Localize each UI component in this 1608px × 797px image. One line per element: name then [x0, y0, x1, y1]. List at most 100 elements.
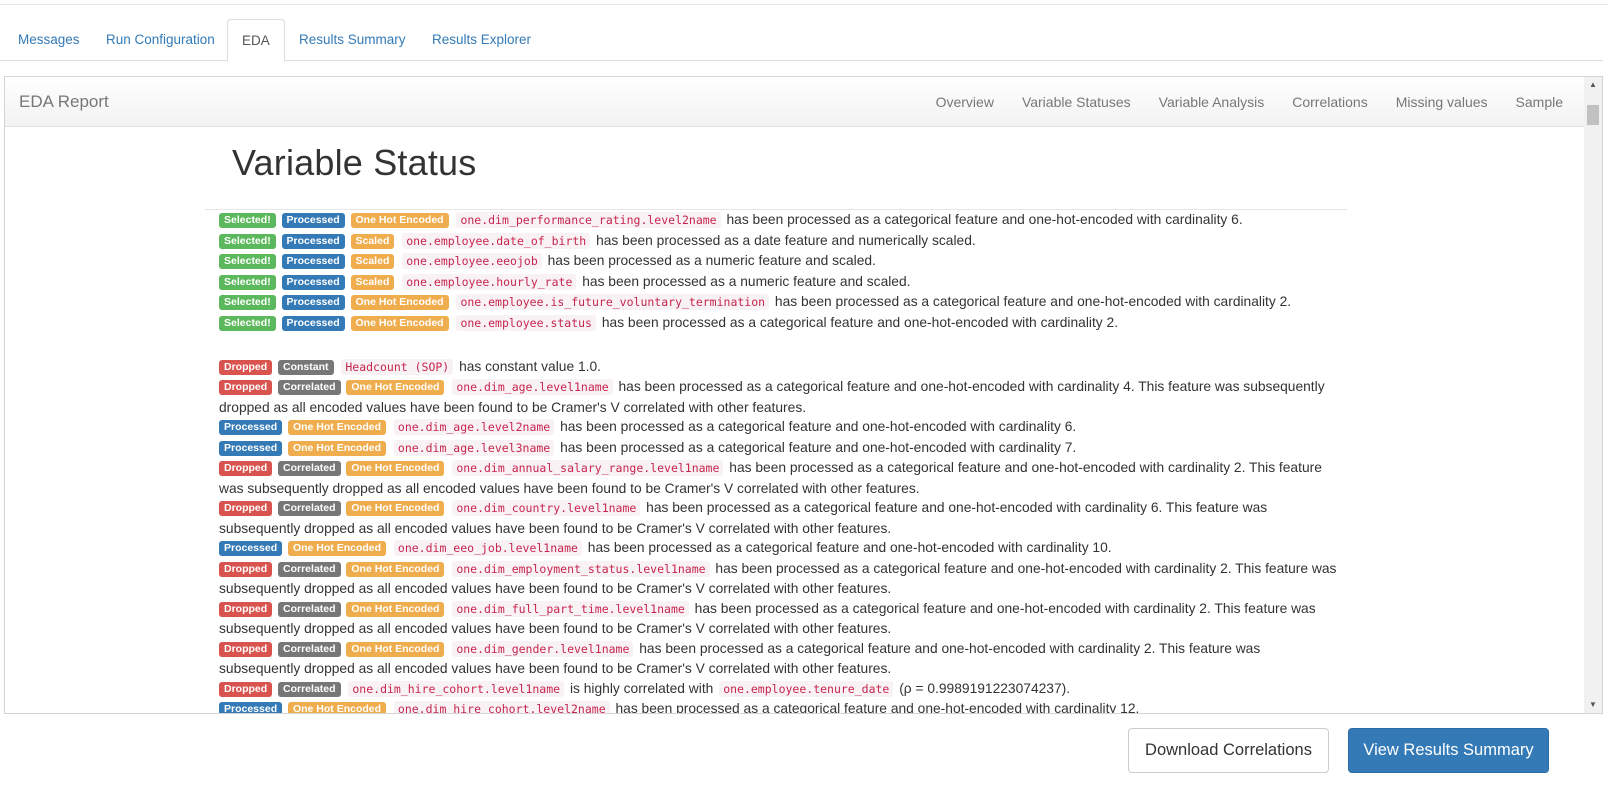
variable-name: one.dim_gender.level1name: [452, 640, 634, 657]
tab-messages[interactable]: Messages: [4, 19, 94, 61]
status-row: Processed One Hot Encoded one.dim_hire_c…: [219, 699, 1339, 714]
status-badge: Scaled: [350, 254, 395, 269]
status-badge: Scaled: [350, 274, 395, 290]
status-badge: One Hot Encoded: [350, 295, 449, 310]
tab-results-explorer[interactable]: Results Explorer: [418, 19, 545, 61]
report-content: Variable Status Selected! Processed One …: [5, 128, 1585, 714]
status-badge: One Hot Encoded: [287, 541, 387, 556]
status-description: has been processed as a categorical feat…: [726, 212, 1243, 227]
status-badge: One Hot Encoded: [346, 461, 445, 476]
top-divider: [0, 4, 1608, 5]
status-badge: Scaled: [350, 233, 395, 249]
status-badge: One Hot Encoded: [346, 501, 445, 516]
status-row: Processed One Hot Encoded one.dim_eeo_jo…: [219, 538, 1339, 559]
status-badge: Selected!: [219, 213, 276, 228]
variable-name: one.dim_age.level3name: [393, 439, 555, 456]
status-row: Selected! Processed One Hot Encoded one.…: [219, 313, 1339, 334]
nav-variable-statuses[interactable]: Variable Statuses: [1008, 77, 1145, 127]
status-badge: Correlated: [278, 641, 341, 657]
status-badge: Dropped: [219, 359, 273, 375]
nav-sample[interactable]: Sample: [1502, 77, 1577, 127]
variable-name: one.dim_hire_cohort.level1name: [348, 680, 565, 697]
status-badge: One Hot Encoded: [346, 380, 445, 395]
report-navbar: EDA Report Overview Variable Statuses Va…: [5, 77, 1585, 127]
status-badge: Processed: [281, 295, 345, 310]
status-badge: One Hot Encoded: [350, 213, 449, 228]
status-row: Dropped Constant Headcount (SOP) has con…: [219, 357, 1339, 378]
status-row: Processed One Hot Encoded one.dim_age.le…: [219, 417, 1339, 438]
correlated-variable-name: one.employee.tenure_date: [719, 680, 894, 697]
status-badge: Processed: [281, 254, 345, 269]
variable-name: one.dim_full_part_time.level1name: [452, 600, 689, 617]
variable-name: one.dim_age.level1name: [452, 379, 613, 395]
status-badge: Dropped: [219, 380, 273, 395]
status-row: Selected! Processed One Hot Encoded one.…: [219, 210, 1339, 231]
status-badge: One Hot Encoded: [346, 601, 445, 617]
status-badge: Correlated: [278, 681, 341, 697]
report-nav-links: Overview Variable Statuses Variable Anal…: [922, 77, 1577, 127]
status-row: Dropped Correlated One Hot Encoded one.d…: [219, 559, 1339, 599]
variable-name: one.dim_employment_status.level1name: [452, 560, 710, 577]
variable-name: one.dim_eeo_job.level1name: [393, 540, 582, 556]
variable-name: one.employee.eeojob: [402, 253, 542, 269]
variable-name: one.employee.date_of_birth: [402, 232, 591, 249]
status-badge: Dropped: [219, 641, 273, 657]
variable-name: one.employee.hourly_rate: [402, 273, 577, 290]
status-row: Selected! Processed Scaled one.employee.…: [219, 272, 1339, 293]
status-row: Selected! Processed Scaled one.employee.…: [219, 251, 1339, 272]
status-badge: One Hot Encoded: [346, 641, 445, 657]
variable-name: one.employee.is_future_voluntary_termina…: [456, 294, 770, 310]
variable-name: one.dim_performance_rating.level2name: [456, 212, 721, 228]
view-results-summary-button[interactable]: View Results Summary: [1348, 728, 1549, 773]
status-badge: Processed: [219, 702, 283, 713]
tab-run-configuration[interactable]: Run Configuration: [92, 19, 229, 61]
vertical-scrollbar[interactable]: ▲ ▼: [1584, 77, 1602, 713]
status-badge: Selected!: [219, 233, 276, 249]
nav-variable-analysis[interactable]: Variable Analysis: [1145, 77, 1279, 127]
download-correlations-button[interactable]: Download Correlations: [1128, 728, 1329, 773]
status-description: has been processed as a numeric feature …: [547, 253, 876, 268]
variable-name: one.employee.status: [456, 314, 596, 331]
status-badge: Constant: [278, 359, 334, 375]
scroll-up-arrow-icon[interactable]: ▲: [1584, 77, 1602, 93]
status-badge: Selected!: [219, 254, 276, 269]
status-row: Processed One Hot Encoded one.dim_age.le…: [219, 438, 1339, 459]
status-badge: Correlated: [278, 561, 341, 577]
status-badge: Selected!: [219, 295, 276, 310]
status-badge: Dropped: [219, 601, 273, 617]
status-badge: Dropped: [219, 501, 273, 516]
tab-eda[interactable]: EDA: [227, 19, 285, 62]
nav-overview[interactable]: Overview: [922, 77, 1008, 127]
status-row: Dropped Correlated One Hot Encoded one.d…: [219, 377, 1339, 417]
status-badge: Processed: [281, 315, 345, 331]
status-description: has been processed as a numeric feature …: [582, 273, 911, 289]
status-description: has been processed as a categorical feat…: [774, 294, 1292, 309]
section-heading: Variable Status: [232, 142, 477, 183]
status-badge: One Hot Encoded: [287, 420, 387, 435]
variable-name: one.dim_age.level2name: [393, 419, 555, 435]
status-badge: Processed: [219, 420, 283, 435]
nav-correlations[interactable]: Correlations: [1278, 77, 1381, 127]
scroll-down-arrow-icon[interactable]: ▼: [1584, 697, 1602, 713]
status-badge: Selected!: [219, 315, 276, 331]
status-badge: Processed: [281, 274, 345, 290]
variable-status-list: Selected! Processed One Hot Encoded one.…: [219, 210, 1339, 714]
main-tab-bar: Messages Run Configuration EDA Results S…: [0, 19, 1603, 62]
status-description: has been processed as a categorical feat…: [560, 419, 1077, 434]
variable-name: Headcount (SOP): [341, 358, 454, 375]
status-description: is highly correlated with: [569, 680, 714, 696]
tab-results-summary[interactable]: Results Summary: [285, 19, 420, 61]
status-row: Dropped Correlated One Hot Encoded one.d…: [219, 498, 1339, 538]
scroll-thumb[interactable]: [1587, 105, 1599, 125]
status-description: has been processed as a categorical feat…: [615, 701, 1140, 714]
status-badge: One Hot Encoded: [287, 440, 387, 456]
status-description: has constant value 1.0.: [459, 358, 601, 374]
status-description: has been processed as a date feature and…: [596, 232, 976, 248]
status-badge: Processed: [219, 541, 283, 556]
report-brand[interactable]: EDA Report: [19, 77, 109, 127]
status-description: has been processed as a categorical feat…: [601, 314, 1119, 330]
status-row: Dropped Correlated one.dim_hire_cohort.l…: [219, 679, 1339, 700]
nav-missing-values[interactable]: Missing values: [1382, 77, 1502, 127]
status-row: Dropped Correlated One Hot Encoded one.d…: [219, 599, 1339, 639]
status-badge: Correlated: [278, 601, 341, 617]
